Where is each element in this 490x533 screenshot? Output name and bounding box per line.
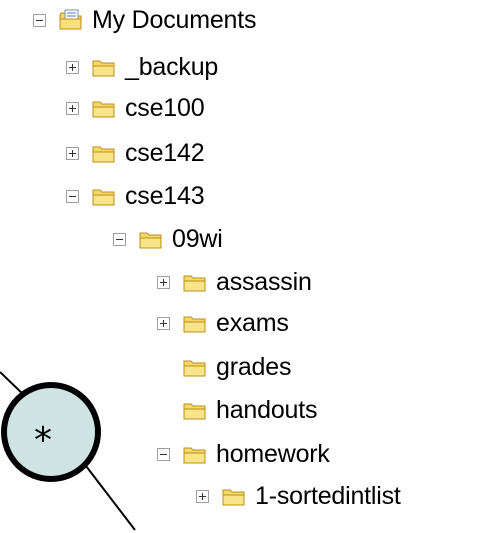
tree-node-overlay: *: [0, 371, 136, 531]
edge-line-out: [85, 465, 136, 531]
node-symbol: *: [34, 420, 52, 461]
